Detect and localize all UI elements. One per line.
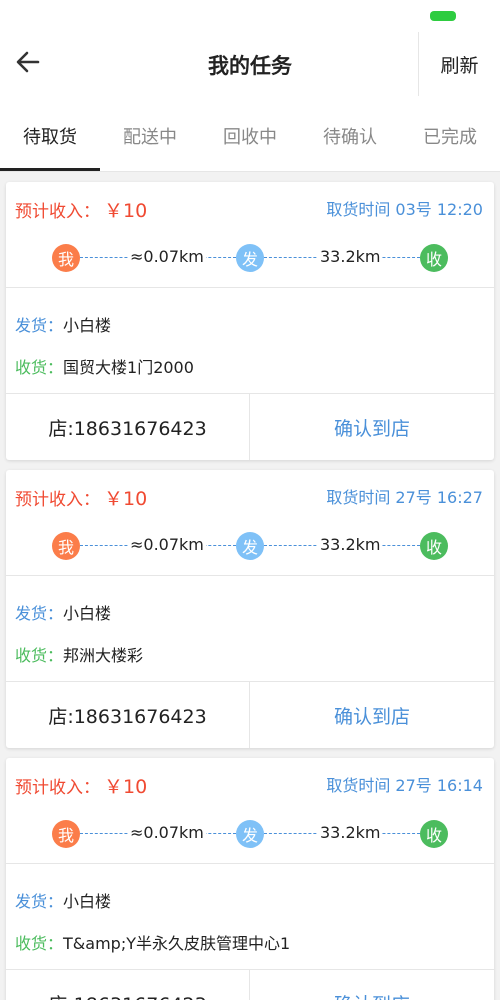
pickup-time: 取货时间 03号 12:20	[326, 200, 483, 219]
tab-delivering[interactable]: 配送中	[100, 100, 200, 171]
store-phone-button[interactable]: 店:18631676423	[6, 682, 250, 748]
order-card: 预计收入： ￥10 取货时间 27号 16:14 我 ≈0.07km 发 33.2…	[6, 758, 494, 1000]
route-line: 我 ≈0.07km 发 33.2km 收	[52, 244, 448, 274]
status-bar	[0, 0, 500, 30]
store-phone-button[interactable]: 店:18631676423	[6, 394, 250, 460]
refresh-button[interactable]: 刷新	[418, 32, 500, 96]
distance-to-receiver: 33.2km	[318, 535, 383, 554]
sender-address: 发货：小白楼	[15, 316, 112, 335]
tab-recycling[interactable]: 回收中	[200, 100, 300, 171]
me-marker: 我	[52, 532, 80, 560]
sender-marker: 发	[236, 820, 264, 848]
receiver-marker: 收	[420, 244, 448, 272]
tab-completed[interactable]: 已完成	[400, 100, 500, 171]
estimated-income: 预计收入： ￥10	[15, 200, 148, 222]
confirm-arrival-button[interactable]: 确认到店	[250, 394, 494, 460]
receiver-address: 收货：国贸大楼1门2000	[15, 358, 194, 377]
receiver-address: 收货：T&amp;Y半永久皮肤管理中心1	[15, 934, 291, 953]
route-line: 我 ≈0.07km 发 33.2km 收	[52, 532, 448, 562]
receiver-address: 收货：邦洲大楼彩	[15, 646, 144, 665]
distance-to-sender: ≈0.07km	[128, 535, 206, 554]
order-card: 预计收入： ￥10 取货时间 03号 12:20 我 ≈0.07km 发 33.2…	[6, 182, 494, 460]
sender-address: 发货：小白楼	[15, 892, 112, 911]
confirm-arrival-button[interactable]: 确认到店	[250, 970, 494, 1000]
back-arrow-icon[interactable]	[14, 48, 42, 76]
page-title: 我的任务	[208, 54, 292, 78]
sender-marker: 发	[236, 532, 264, 560]
distance-to-sender: ≈0.07km	[128, 247, 206, 266]
store-phone-button[interactable]: 店:18631676423	[6, 970, 250, 1000]
tab-awaiting-confirm[interactable]: 待确认	[300, 100, 400, 171]
receiver-marker: 收	[420, 820, 448, 848]
me-marker: 我	[52, 244, 80, 272]
me-marker: 我	[52, 820, 80, 848]
header: 我的任务 刷新	[0, 30, 500, 100]
distance-to-sender: ≈0.07km	[128, 823, 206, 842]
confirm-arrival-button[interactable]: 确认到店	[250, 682, 494, 748]
income-amount: ￥10	[104, 200, 148, 222]
income-amount: ￥10	[104, 776, 148, 798]
order-list: 预计收入： ￥10 取货时间 03号 12:20 我 ≈0.07km 发 33.2…	[0, 172, 500, 1000]
battery-icon	[430, 11, 456, 21]
pickup-time: 取货时间 27号 16:14	[326, 776, 483, 795]
receiver-marker: 收	[420, 532, 448, 560]
tab-awaiting-pickup[interactable]: 待取货	[0, 100, 100, 171]
estimated-income: 预计收入： ￥10	[15, 488, 148, 510]
sender-address: 发货：小白楼	[15, 604, 112, 623]
income-amount: ￥10	[104, 488, 148, 510]
distance-to-receiver: 33.2km	[318, 247, 383, 266]
tab-bar: 待取货 配送中 回收中 待确认 已完成	[0, 100, 500, 172]
distance-to-receiver: 33.2km	[318, 823, 383, 842]
estimated-income: 预计收入： ￥10	[15, 776, 148, 798]
sender-marker: 发	[236, 244, 264, 272]
route-line: 我 ≈0.07km 发 33.2km 收	[52, 820, 448, 850]
pickup-time: 取货时间 27号 16:27	[326, 488, 483, 507]
order-card: 预计收入： ￥10 取货时间 27号 16:27 我 ≈0.07km 发 33.2…	[6, 470, 494, 748]
